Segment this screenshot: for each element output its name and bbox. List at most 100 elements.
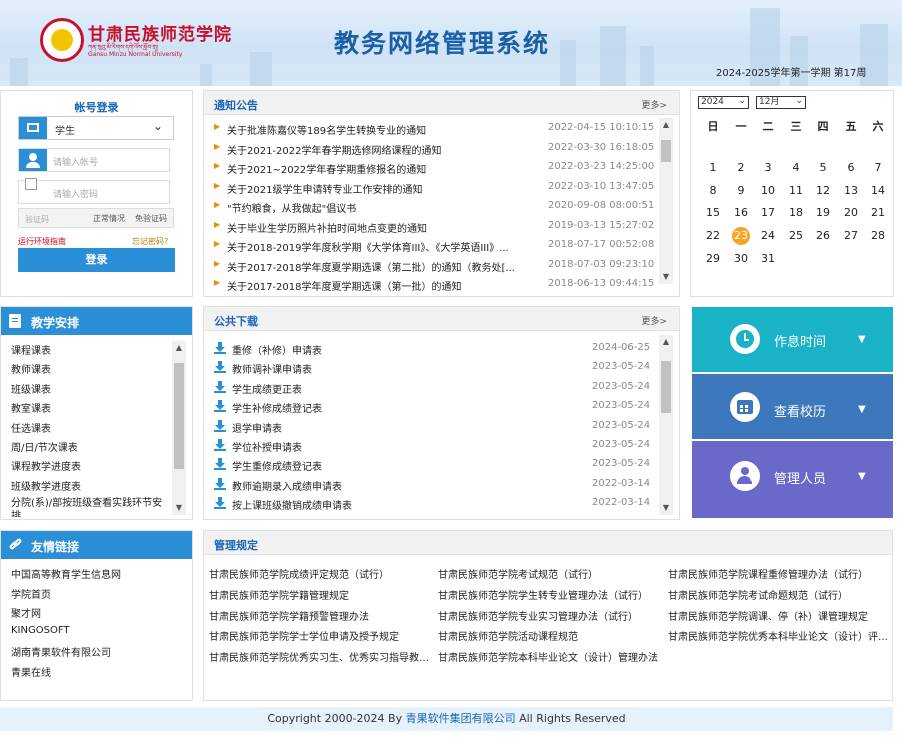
teaching-link[interactable]: 课程教学进度表 [11,458,81,473]
calendar-day[interactable]: 29 [700,249,726,269]
month-select[interactable]: 12月 ⌄ [756,96,806,109]
calendar-day[interactable]: 27 [838,226,864,246]
calendar-day[interactable]: 16 [728,203,754,223]
teaching-link[interactable]: 课程课表 [11,342,51,357]
regulation-link[interactable]: 甘肃民族师范学院考试命题规范（试行） [668,587,892,602]
scroll-up-icon[interactable]: ▲ [659,335,673,349]
calendar-day[interactable]: 19 [810,203,836,223]
teaching-link[interactable]: 任选课表 [11,420,51,435]
forgot-password-link[interactable]: 忘记密码? [132,236,168,247]
tile-management-staff[interactable]: ★ 管理人员 ▼ [692,441,893,518]
calendar-day[interactable]: 11 [783,181,809,201]
download-item-title[interactable]: 退学申请表 [232,420,282,435]
scroll-down-icon[interactable]: ▼ [659,501,673,515]
role-select[interactable]: 学生 ⌄ [18,116,174,140]
notice-item-title[interactable]: 关于2021级学生申请转专业工作安排的通知 [227,181,517,196]
friend-link[interactable]: 聚才网 [11,605,41,620]
notice-item-title[interactable]: 关于批准陈嘉仪等189名学生转换专业的通知 [227,122,517,137]
download-item-title[interactable]: 按上课班级撤销成绩申请表 [232,497,352,512]
calendar-day[interactable]: 25 [783,226,809,246]
teaching-link[interactable]: 分院(系)/部按班级查看实践环节安排 [11,497,165,517]
calendar-day[interactable]: 5 [810,158,836,178]
footer-company-link[interactable]: 青果软件集团有限公司 [406,712,516,725]
download-item-title[interactable]: 学生重修成绩登记表 [232,458,322,473]
notice-scrollbar[interactable]: ▲ ▼ [659,118,673,284]
calendar-day[interactable]: 18 [783,203,809,223]
regulation-link[interactable]: 甘肃民族师范学院优秀实习生、优秀实习指导教师评选办法 [209,649,433,664]
calendar-day[interactable]: 6 [838,158,864,178]
calendar-day[interactable]: 2 [728,158,754,178]
calendar-day[interactable]: 12 [810,181,836,201]
calendar-day-today[interactable]: 23 [732,227,750,246]
regulation-link[interactable]: 甘肃民族师范学院考试规范（试行） [438,566,662,581]
friend-link[interactable]: KINGOSOFT [11,625,70,636]
tile-schedule-time[interactable]: 作息时间 ▼ [692,307,893,372]
download-item-title[interactable]: 学生补修成绩登记表 [232,400,322,415]
password-input[interactable]: 请输入密码 [18,178,170,204]
calendar-day[interactable]: 22 [700,226,726,246]
notice-item-title[interactable]: 关于2018-2019学年度秋学期《大学体育III》、《大学英语III》... [227,239,517,254]
download-scrollbar[interactable]: ▲ ▼ [659,335,673,515]
regulation-link[interactable]: 甘肃民族师范学院专业实习管理办法（试行） [438,608,662,623]
scroll-up-icon[interactable]: ▲ [659,118,673,132]
regulation-link[interactable]: 甘肃民族师范学院优秀本科毕业论文（设计）评选办法 [668,628,892,643]
teaching-link[interactable]: 班级课表 [11,381,51,396]
calendar-day[interactable]: 15 [700,203,726,223]
regulation-link[interactable]: 甘肃民族师范学院成绩评定规范（试行） [209,566,433,581]
friend-link[interactable]: 湖南青果软件有限公司 [11,644,111,659]
regulation-link[interactable]: 甘肃民族师范学院本科毕业论文（设计）管理办法 [438,649,662,664]
calendar-day[interactable]: 24 [755,226,781,246]
tile-school-calendar[interactable]: 查看校历 ▼ [692,374,893,439]
download-item-title[interactable]: 学位补授申请表 [232,439,302,454]
calendar-day[interactable]: 10 [755,181,781,201]
calendar-day[interactable]: 20 [838,203,864,223]
scroll-down-icon[interactable]: ▼ [172,501,186,515]
calendar-day[interactable]: 4 [783,158,809,178]
calendar-day[interactable]: 17 [755,203,781,223]
download-item-title[interactable]: 学生成绩更正表 [232,381,302,396]
friend-link[interactable]: 青果在线 [11,664,51,679]
regulation-link[interactable]: 甘肃民族师范学院学籍管理规定 [209,587,433,602]
regulation-link[interactable]: 甘肃民族师范学院调课、停（补）课管理规定 [668,608,892,623]
teaching-link[interactable]: 周/日/节次课表 [11,439,78,454]
calendar-day[interactable]: 1 [700,158,726,178]
account-input[interactable]: 请输入帐号 [18,148,170,172]
calendar-day[interactable]: 26 [810,226,836,246]
regulation-link[interactable]: 甘肃民族师范学院学士学位申请及授予规定 [209,628,433,643]
calendar-day[interactable]: 31 [755,249,781,269]
teaching-link[interactable]: 教师课表 [11,361,51,376]
scroll-thumb[interactable] [661,361,671,413]
regulation-link[interactable]: 甘肃民族师范学院学生转专业管理办法（试行） [438,587,662,602]
env-guide-link[interactable]: 运行环境指南 [18,236,66,247]
teaching-link[interactable]: 班级教学进度表 [11,478,81,493]
login-button[interactable]: 登录 [18,248,175,272]
scroll-down-icon[interactable]: ▼ [659,270,673,284]
notice-item-title[interactable]: 关于2017-2018学年度夏学期选课（第一批）的通知 [227,278,517,293]
regulation-link[interactable]: 甘肃民族师范学院课程重修管理办法（试行） [668,566,892,581]
calendar-day[interactable]: 14 [865,181,891,201]
notice-item-title[interactable]: 关于2021~2022学年春学期重修报名的通知 [227,161,517,176]
captcha-field[interactable]: 验证码 正常情况 免验证码 [18,208,174,228]
year-select[interactable]: 2024 ⌄ [698,96,749,109]
calendar-day[interactable]: 7 [865,158,891,178]
calendar-day[interactable]: 13 [838,181,864,201]
notice-item-title[interactable]: 关于毕业生学历照片补拍时间地点变更的通知 [227,220,517,235]
download-item-title[interactable]: 教师逾期录入成绩申请表 [232,478,342,493]
download-item-title[interactable]: 重修（补修）申请表 [232,342,322,357]
download-more-link[interactable]: 更多> [641,314,667,327]
friend-link[interactable]: 学院首页 [11,586,51,601]
friend-link[interactable]: 中国高等教育学生信息网 [11,566,121,581]
regulation-link[interactable]: 甘肃民族师范学院活动课程规范 [438,628,662,643]
download-item-title[interactable]: 教师调补课申请表 [232,361,312,376]
calendar-day[interactable]: 28 [865,226,891,246]
scroll-up-icon[interactable]: ▲ [172,341,186,355]
notice-item-title[interactable]: 关于2017-2018学年度夏学期选课（第二批）的通知（教务处[... [227,259,517,274]
calendar-day[interactable]: 3 [755,158,781,178]
regulation-link[interactable]: 甘肃民族师范学院学籍预警管理办法 [209,608,433,623]
scroll-thumb[interactable] [174,363,184,469]
scroll-thumb[interactable] [661,140,671,162]
calendar-day[interactable]: 30 [728,249,754,269]
calendar-day[interactable]: 21 [865,203,891,223]
notice-more-link[interactable]: 更多> [641,98,667,111]
teaching-scrollbar[interactable]: ▲ ▼ [172,341,186,515]
